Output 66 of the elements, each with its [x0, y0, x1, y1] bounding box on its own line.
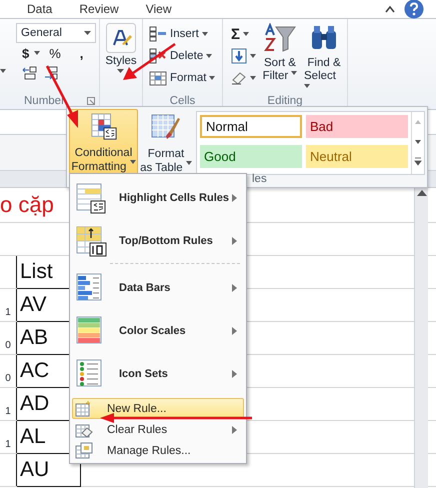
sort-filter-button[interactable]: Sort & Filter	[260, 23, 300, 96]
menu-item[interactable]: Highlight Cells Rules	[72, 176, 244, 219]
ribbon-tab[interactable]: View	[146, 2, 172, 16]
ribbon-tab[interactable]: Data	[27, 2, 52, 16]
menu-item[interactable]: New Rule...	[72, 398, 244, 419]
highlight-rules-icon	[75, 182, 107, 214]
dropdown-arrow-icon	[291, 71, 298, 75]
dropdown-arrow-icon	[202, 32, 208, 36]
ribbon-tab[interactable]: Review	[79, 2, 119, 16]
group-label: Number	[24, 95, 65, 107]
dropdown-arrow-icon[interactable]	[84, 31, 91, 35]
dropdown-arrow-icon	[209, 76, 216, 80]
delete-cells-icon	[149, 48, 167, 64]
insert-cells-icon	[149, 26, 167, 42]
table-cell: 0	[5, 340, 11, 351]
dropdown-arrow-icon	[243, 32, 250, 36]
manage-rule-icon	[75, 442, 93, 460]
cells-command[interactable]: Insert	[149, 23, 208, 45]
currency-button[interactable]: $	[22, 46, 30, 60]
find-select-button[interactable]: Find & Select	[304, 23, 344, 96]
cell-style-option[interactable]: Neutral	[306, 145, 408, 168]
table-cell: 0	[5, 373, 11, 384]
collapse-ribbon-icon[interactable]	[384, 5, 396, 13]
vertical-scrollbar[interactable]	[414, 186, 428, 488]
number-format-dropdown[interactable]: General	[16, 23, 96, 43]
dropdown-arrow-icon	[206, 54, 212, 58]
eraser-icon	[231, 71, 247, 85]
autosum-button[interactable]: Σ	[231, 23, 256, 45]
dropdown-arrow-icon	[117, 69, 124, 73]
dropdown-arrow-icon	[130, 160, 136, 164]
conditional-formatting-icon	[88, 113, 118, 141]
cell-style-option[interactable]: Bad	[306, 115, 408, 138]
cell-style-option[interactable]: Good	[200, 145, 302, 168]
conditional-formatting-button[interactable]: Conditional Formatting	[69, 109, 138, 175]
table-cell: 1	[5, 406, 11, 417]
dialog-launcher-icon[interactable]	[87, 97, 95, 105]
dropdown-arrow-icon	[250, 54, 256, 58]
group-label: Cells	[168, 95, 196, 107]
dropdown-arrow-icon	[186, 161, 192, 165]
group-label: les	[252, 173, 267, 185]
format-as-table-button[interactable]: Format as Table	[140, 109, 192, 175]
table-cell: 1	[5, 307, 11, 318]
sheet-title: o cặp	[0, 191, 54, 219]
percent-button[interactable]: %	[49, 46, 61, 60]
group-label: Editing	[266, 95, 304, 107]
dropdown-arrow-icon	[304, 84, 310, 88]
format-cells-icon	[149, 70, 167, 86]
comma-button[interactable]: ,	[80, 46, 84, 60]
fill-down-icon	[231, 48, 247, 64]
cells-command[interactable]: Delete	[149, 45, 212, 67]
help-icon[interactable]	[404, 0, 424, 19]
increase-decimal-icon[interactable]	[22, 66, 38, 80]
table-cell: 1	[5, 439, 11, 450]
styles-icon	[106, 23, 136, 53]
dropdown-arrow-icon	[250, 76, 256, 80]
new-rule-icon	[75, 400, 93, 418]
cell-style-option[interactable]: Normal	[200, 115, 302, 138]
dropdown-arrow-icon[interactable]	[34, 51, 40, 55]
topbottom-rules-icon	[75, 224, 107, 256]
decrease-decimal-icon[interactable]	[43, 66, 59, 80]
sort-filter-icon	[264, 23, 296, 53]
styles-button[interactable]: Styles	[105, 23, 137, 73]
dropdown-arrow-icon[interactable]	[0, 69, 6, 73]
cells-command[interactable]: Format	[149, 67, 216, 89]
table-brush-icon	[150, 112, 182, 142]
scroll-up-icon[interactable]	[416, 190, 426, 196]
